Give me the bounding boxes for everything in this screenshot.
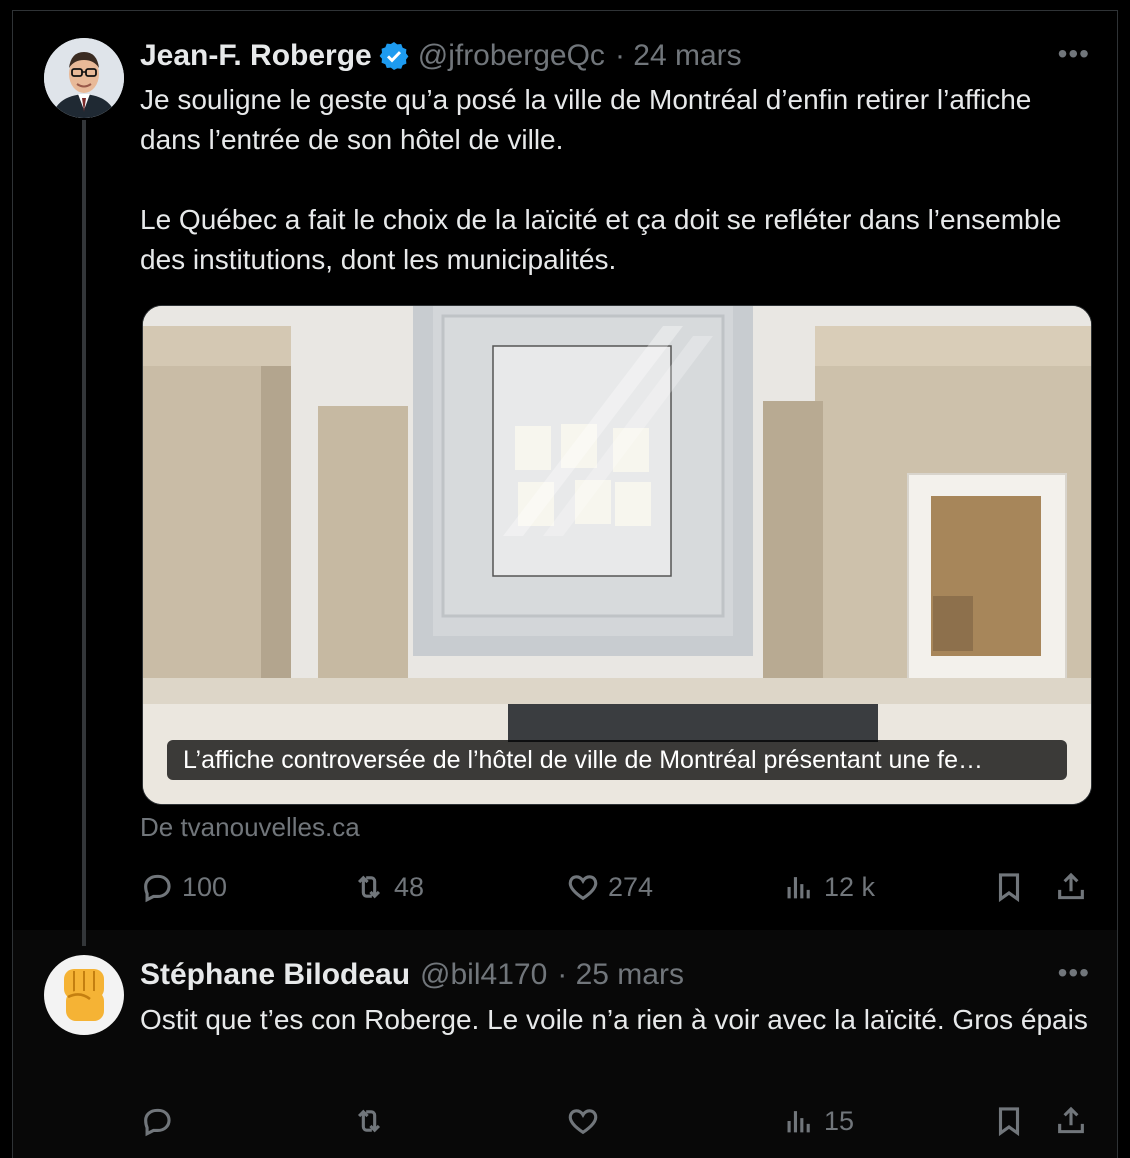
share-button[interactable] — [1054, 870, 1088, 904]
views-count: 12 k — [824, 871, 876, 902]
retweet-count: 48 — [394, 871, 425, 902]
retweet-button[interactable]: 48 — [352, 870, 424, 904]
card-image — [143, 306, 1091, 804]
retweet-button[interactable] — [352, 1104, 386, 1138]
tweet-actions: 15 — [140, 1104, 1095, 1144]
views-count: 15 — [824, 1105, 855, 1136]
reply-button[interactable]: 100 — [140, 870, 227, 904]
tweet-date[interactable]: · 24 mars — [615, 38, 742, 74]
avatar-stephane-bilodeau[interactable] — [44, 955, 124, 1035]
more-options-icon[interactable]: ••• — [1058, 38, 1090, 70]
bookmark-button[interactable] — [992, 1104, 1026, 1138]
tweet-header: Jean-F. Roberge @jfrobergeQc · 24 mars — [140, 38, 742, 74]
avatar-jean-f-roberge[interactable] — [44, 38, 124, 118]
author-handle[interactable]: @bil4170 — [420, 957, 547, 993]
like-icon — [568, 1109, 598, 1135]
reply-count: 100 — [182, 871, 228, 902]
more-options-icon[interactable]: ••• — [1058, 957, 1090, 989]
bookmark-icon — [998, 873, 1020, 903]
thread-connector-line — [82, 120, 86, 946]
share-icon — [1058, 872, 1084, 900]
tweet-paragraph: Ostit que t’es con Roberge. Le voile n’a… — [140, 1004, 1088, 1035]
tweet-actions: 100 48 274 12 k — [140, 870, 1095, 910]
like-icon — [568, 875, 598, 901]
views-button[interactable]: 12 k — [782, 870, 875, 904]
tweet-paragraph: Le Québec a fait le choix de la laïcité … — [140, 204, 1062, 275]
like-count: 274 — [608, 871, 654, 902]
retweet-icon — [357, 1109, 381, 1133]
link-card[interactable]: L’affiche controversée de l’hôtel de vil… — [142, 305, 1092, 805]
author-name[interactable]: Stéphane Bilodeau — [140, 957, 410, 993]
tweet-body: Ostit que t’es con Roberge. Le voile n’a… — [140, 1000, 1090, 1040]
views-button[interactable]: 15 — [782, 1104, 854, 1138]
share-button[interactable] — [1054, 1104, 1088, 1138]
raised-fist-emoji — [64, 969, 104, 1021]
card-caption: L’affiche controversée de l’hôtel de vil… — [167, 740, 1067, 780]
tweet-body: Je souligne le geste qu’a posé la ville … — [140, 80, 1090, 280]
tweet-paragraph: Je souligne le geste qu’a posé la ville … — [140, 84, 1032, 155]
verified-badge-icon — [378, 40, 410, 72]
views-icon — [787, 1111, 810, 1133]
share-icon — [1058, 1106, 1084, 1134]
avatar-photo — [44, 38, 124, 118]
like-button[interactable] — [566, 1104, 600, 1138]
tweet-header: Stéphane Bilodeau @bil4170 · 25 mars — [140, 957, 684, 993]
link-source[interactable]: De tvanouvelles.ca — [140, 812, 360, 843]
retweet-icon — [357, 875, 381, 899]
author-handle[interactable]: @jfrobergeQc — [418, 38, 605, 74]
tweet-date[interactable]: · 25 mars — [557, 957, 684, 993]
reply-button[interactable] — [140, 1104, 174, 1138]
like-button[interactable]: 274 — [566, 870, 653, 904]
bookmark-button[interactable] — [992, 870, 1026, 904]
reply-icon — [144, 874, 171, 903]
views-icon — [787, 877, 810, 899]
author-name[interactable]: Jean-F. Roberge — [140, 38, 372, 74]
bookmark-icon — [998, 1107, 1020, 1137]
reply-icon — [144, 1108, 171, 1137]
